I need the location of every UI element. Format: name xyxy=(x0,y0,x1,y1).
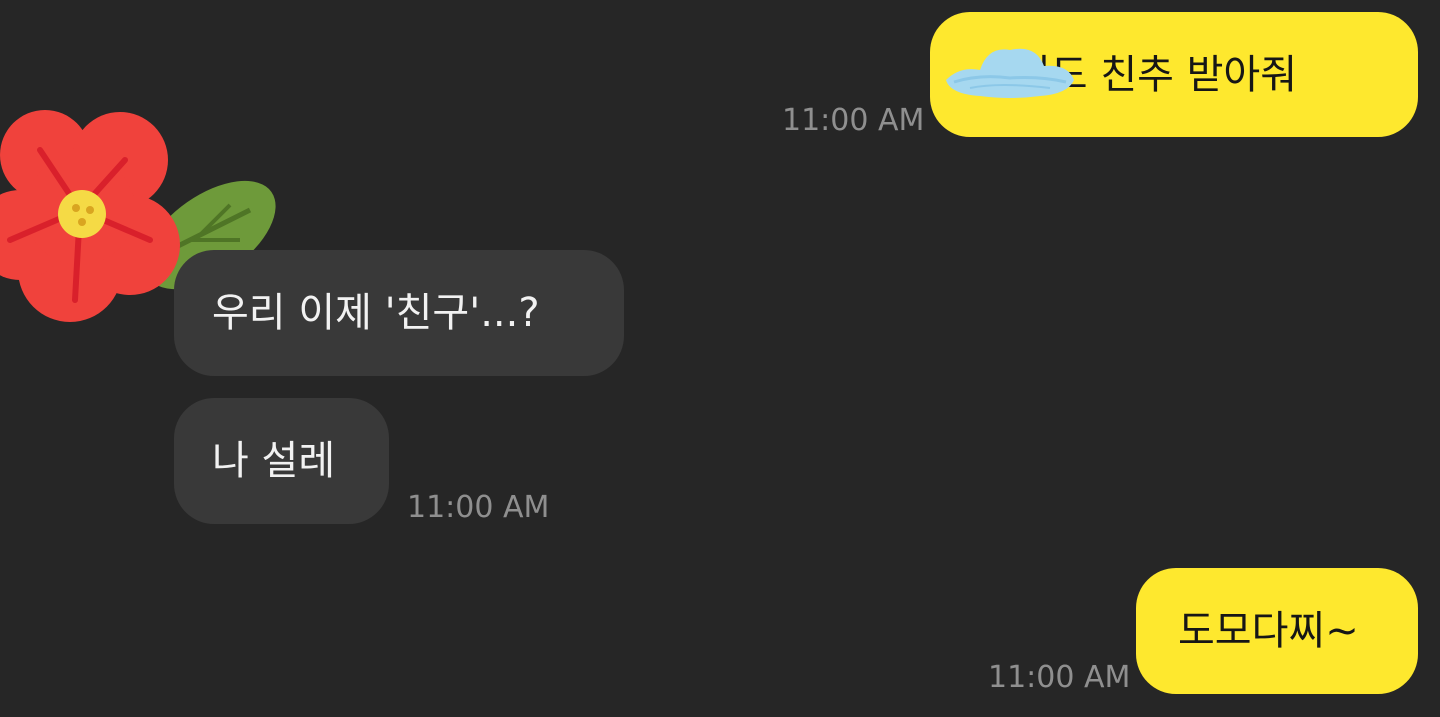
chat-window: 이도 친추 받아줘 11:00 AM 우리 이제 '친구'...? 나 설레 1… xyxy=(0,0,1440,717)
message-text: 도모다찌~ xyxy=(1178,608,1359,654)
message-timestamp: 11:00 AM xyxy=(782,103,925,138)
redaction-scribble-icon xyxy=(946,48,1074,98)
sent-message-bubble[interactable]: 도모다찌~ xyxy=(1136,568,1418,694)
message-text: 나 설레 xyxy=(212,438,336,484)
received-message-bubble[interactable]: 나 설레 xyxy=(174,398,389,524)
received-message-bubble[interactable]: 우리 이제 '친구'...? xyxy=(174,250,624,376)
message-timestamp: 11:00 AM xyxy=(988,660,1131,695)
message-text: 우리 이제 '친구'...? xyxy=(212,290,540,336)
message-timestamp: 11:00 AM xyxy=(407,490,550,525)
